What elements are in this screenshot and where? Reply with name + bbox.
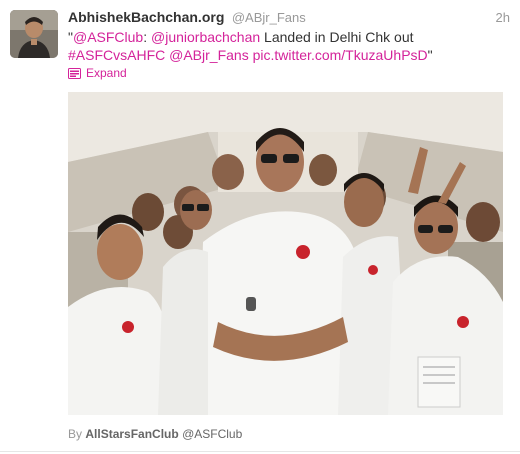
screen-name[interactable]: @ABjr_Fans [232,10,306,25]
hashtag-asfcvsahfc[interactable]: #ASFCvsAHFC [68,47,165,63]
photo-attribution: By AllStarsFanClub @ASFClub [68,427,242,441]
avatar-image [10,10,58,58]
mention-juniorbachchan[interactable]: @juniorbachchan [151,29,260,45]
avatar[interactable] [10,10,58,58]
mention-abjr-fans[interactable]: @ABjr_Fans [169,47,249,63]
attribution-name[interactable]: AllStarsFanClub [85,427,178,441]
tweet-item[interactable]: AbhishekBachchan.org @ABjr_Fans 2h " @ASF… [0,0,520,454]
attribution-handle[interactable]: @ASFClub [182,427,242,441]
expand-label: Expand [86,66,127,80]
tweet-header: AbhishekBachchan.org @ABjr_Fans 2h [68,9,510,27]
close-quote: " [427,47,433,63]
display-name[interactable]: AbhishekBachchan.org [68,9,224,25]
tweet-photo[interactable] [68,92,503,415]
timestamp[interactable]: 2h [496,10,510,25]
colon-text: : [143,29,151,45]
tweet-body-text: Landed in Delhi Chk out [260,29,414,45]
mention-asfclub[interactable]: @ASFClub [73,29,143,45]
media-link[interactable]: pic.twitter.com/TkuzaUhPsD [253,47,428,63]
group-photo-image [68,92,503,415]
attribution-prefix: By [68,427,83,441]
photo-card-icon [68,67,81,79]
tweet-divider [0,451,520,452]
tweet-text: " @ASFClub: @juniorbachchan Landed in Del… [68,28,508,64]
expand-button[interactable]: Expand [68,66,127,80]
